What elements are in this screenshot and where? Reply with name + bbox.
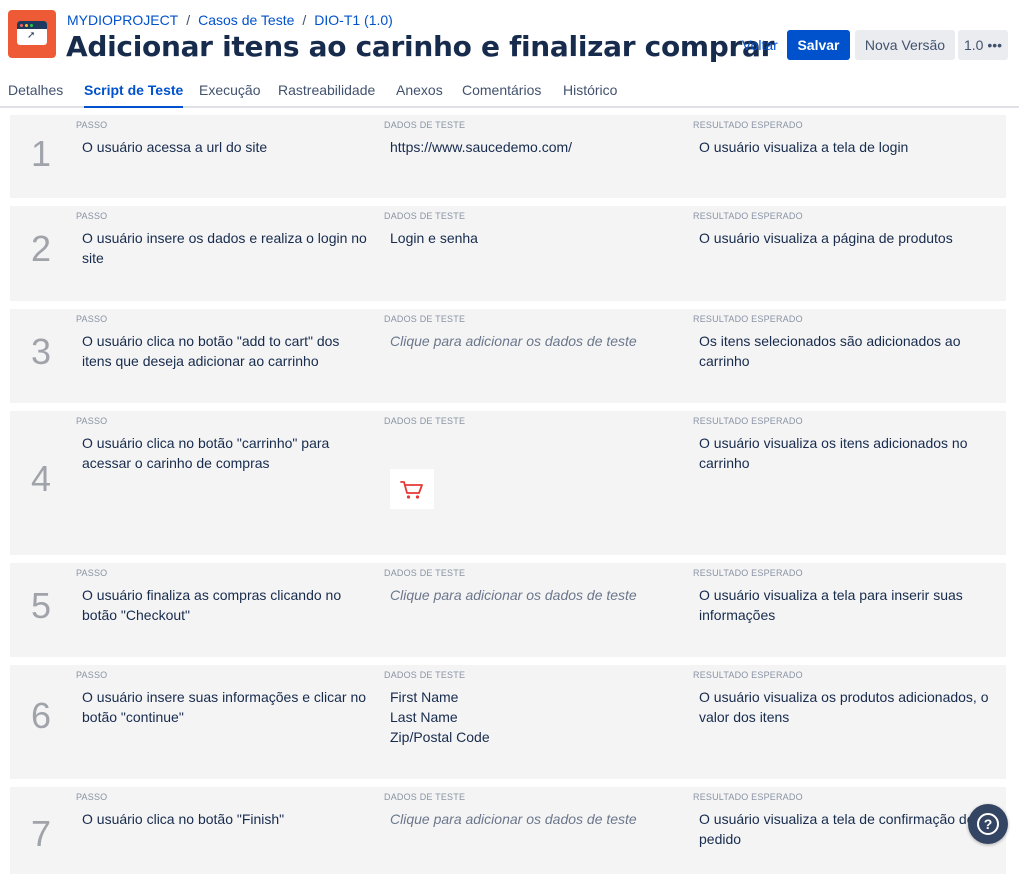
step-column-label: PASSO: [76, 416, 108, 426]
test-step[interactable]: 1 PASSO DADOS DE TESTE RESULTADO ESPERAD…: [10, 115, 1006, 198]
step-number: 6: [30, 695, 52, 736]
step-description[interactable]: O usuário clica no botão "add to cart" d…: [82, 331, 372, 371]
step-expected-result[interactable]: Os itens selecionados são adicionados ao…: [699, 331, 995, 371]
step-test-data[interactable]: Login e senha: [390, 228, 680, 248]
step-description[interactable]: O usuário insere os dados e realiza o lo…: [82, 228, 372, 268]
tab-script-de-teste[interactable]: Script de Teste: [84, 78, 184, 108]
step-number: 3: [30, 331, 52, 372]
new-version-button[interactable]: Nova Versão: [855, 30, 955, 60]
tab-historico[interactable]: Histórico: [563, 78, 617, 106]
test-step[interactable]: 2 PASSO DADOS DE TESTE RESULTADO ESPERAD…: [10, 206, 1006, 301]
breadcrumb-separator: /: [186, 12, 191, 28]
data-column-label: DADOS DE TESTE: [384, 670, 466, 680]
step-expected-result[interactable]: O usuário visualiza a tela de confirmaçã…: [699, 809, 995, 849]
expected-column-label: RESULTADO ESPERADO: [693, 211, 803, 221]
step-column-label: PASSO: [76, 792, 108, 802]
tab-rastreabilidade[interactable]: Rastreabilidade: [278, 78, 375, 106]
step-column-label: PASSO: [76, 568, 108, 578]
breadcrumb-section-link[interactable]: Casos de Teste: [198, 12, 294, 28]
data-column-label: DADOS DE TESTE: [384, 211, 466, 221]
shopping-cart-icon[interactable]: [390, 469, 434, 509]
save-button[interactable]: Salvar: [787, 30, 850, 60]
tab-bar: Detalhes Script de Teste Execução Rastre…: [0, 70, 1019, 108]
test-data-line: Last Name: [390, 709, 458, 725]
step-expected-result[interactable]: O usuário visualiza a página de produtos: [699, 228, 995, 248]
expected-column-label: RESULTADO ESPERADO: [693, 120, 803, 130]
step-expected-result[interactable]: O usuário visualiza os itens adicionados…: [699, 433, 995, 473]
expected-column-label: RESULTADO ESPERADO: [693, 568, 803, 578]
tab-comentarios[interactable]: Comentários: [462, 78, 541, 106]
window-graphic: ➚: [17, 21, 47, 45]
step-description[interactable]: O usuário clica no botão "carrinho" para…: [82, 433, 372, 473]
test-data-line: First Name: [390, 689, 459, 705]
step-column-label: PASSO: [76, 211, 108, 221]
step-number: 1: [30, 133, 52, 174]
test-step[interactable]: 4 PASSO DADOS DE TESTE RESULTADO ESPERAD…: [10, 411, 1006, 555]
step-test-data-placeholder[interactable]: Clique para adicionar os dados de teste: [390, 331, 680, 351]
data-column-label: DADOS DE TESTE: [384, 792, 466, 802]
step-expected-result[interactable]: O usuário visualiza a tela de login: [699, 137, 995, 157]
step-column-label: PASSO: [76, 670, 108, 680]
step-test-data-placeholder[interactable]: Clique para adicionar os dados de teste: [390, 809, 680, 829]
step-description[interactable]: O usuário acessa a url do site: [82, 137, 372, 157]
step-expected-result[interactable]: O usuário visualiza a tela para inserir …: [699, 585, 995, 625]
page-title: Adicionar itens ao carinho e finalizar c…: [66, 30, 775, 63]
help-button[interactable]: ?: [968, 804, 1008, 844]
breadcrumb-separator: /: [302, 12, 307, 28]
step-number: 5: [30, 585, 52, 626]
breadcrumb-item-link[interactable]: DIO-T1 (1.0): [314, 12, 393, 28]
step-column-label: PASSO: [76, 314, 108, 324]
data-column-label: DADOS DE TESTE: [384, 568, 466, 578]
test-step[interactable]: 7 PASSO DADOS DE TESTE RESULTADO ESPERAD…: [10, 787, 1006, 874]
test-data-line: Zip/Postal Code: [390, 729, 490, 745]
step-test-data[interactable]: https://www.saucedemo.com/: [390, 137, 680, 157]
expected-column-label: RESULTADO ESPERADO: [693, 670, 803, 680]
tab-execucao[interactable]: Execução: [199, 78, 260, 106]
step-test-data-placeholder[interactable]: Clique para adicionar os dados de teste: [390, 585, 680, 605]
tab-detalhes[interactable]: Detalhes: [8, 78, 63, 106]
step-column-label: PASSO: [76, 120, 108, 130]
test-step[interactable]: 5 PASSO DADOS DE TESTE RESULTADO ESPERAD…: [10, 563, 1006, 657]
expected-column-label: RESULTADO ESPERADO: [693, 314, 803, 324]
expected-column-label: RESULTADO ESPERADO: [693, 792, 803, 802]
header: ➚ MYDIOPROJECT / Casos de Teste / DIO-T1 (1.…: [0, 0, 1019, 108]
test-step[interactable]: 3 PASSO DADOS DE TESTE RESULTADO ESPERAD…: [10, 309, 1006, 403]
step-test-data[interactable]: First Name Last Name Zip/Postal Code: [390, 687, 680, 747]
version-menu-button[interactable]: 1.0 •••: [958, 30, 1008, 60]
test-step[interactable]: 6 PASSO DADOS DE TESTE RESULTADO ESPERAD…: [10, 665, 1006, 779]
data-column-label: DADOS DE TESTE: [384, 416, 466, 426]
step-number: 4: [30, 458, 52, 499]
data-column-label: DADOS DE TESTE: [384, 314, 466, 324]
step-description[interactable]: O usuário finaliza as compras clicando n…: [82, 585, 372, 625]
data-column-label: DADOS DE TESTE: [384, 120, 466, 130]
project-window-icon[interactable]: ➚: [8, 10, 56, 58]
expected-column-label: RESULTADO ESPERADO: [693, 416, 803, 426]
help-icon: ?: [977, 813, 999, 835]
tab-anexos[interactable]: Anexos: [396, 78, 443, 106]
step-expected-result[interactable]: O usuário visualiza os produtos adiciona…: [699, 687, 995, 727]
breadcrumb: MYDIOPROJECT / Casos de Teste / DIO-T1 (1.0): [67, 11, 393, 29]
step-number: 2: [30, 228, 52, 269]
step-description[interactable]: O usuário clica no botão "Finish": [82, 809, 372, 829]
breadcrumb-project-link[interactable]: MYDIOPROJECT: [67, 12, 178, 28]
back-button[interactable]: Voltar: [737, 30, 783, 60]
step-description[interactable]: O usuário insere suas informações e clic…: [82, 687, 372, 727]
step-number: 7: [30, 813, 52, 854]
